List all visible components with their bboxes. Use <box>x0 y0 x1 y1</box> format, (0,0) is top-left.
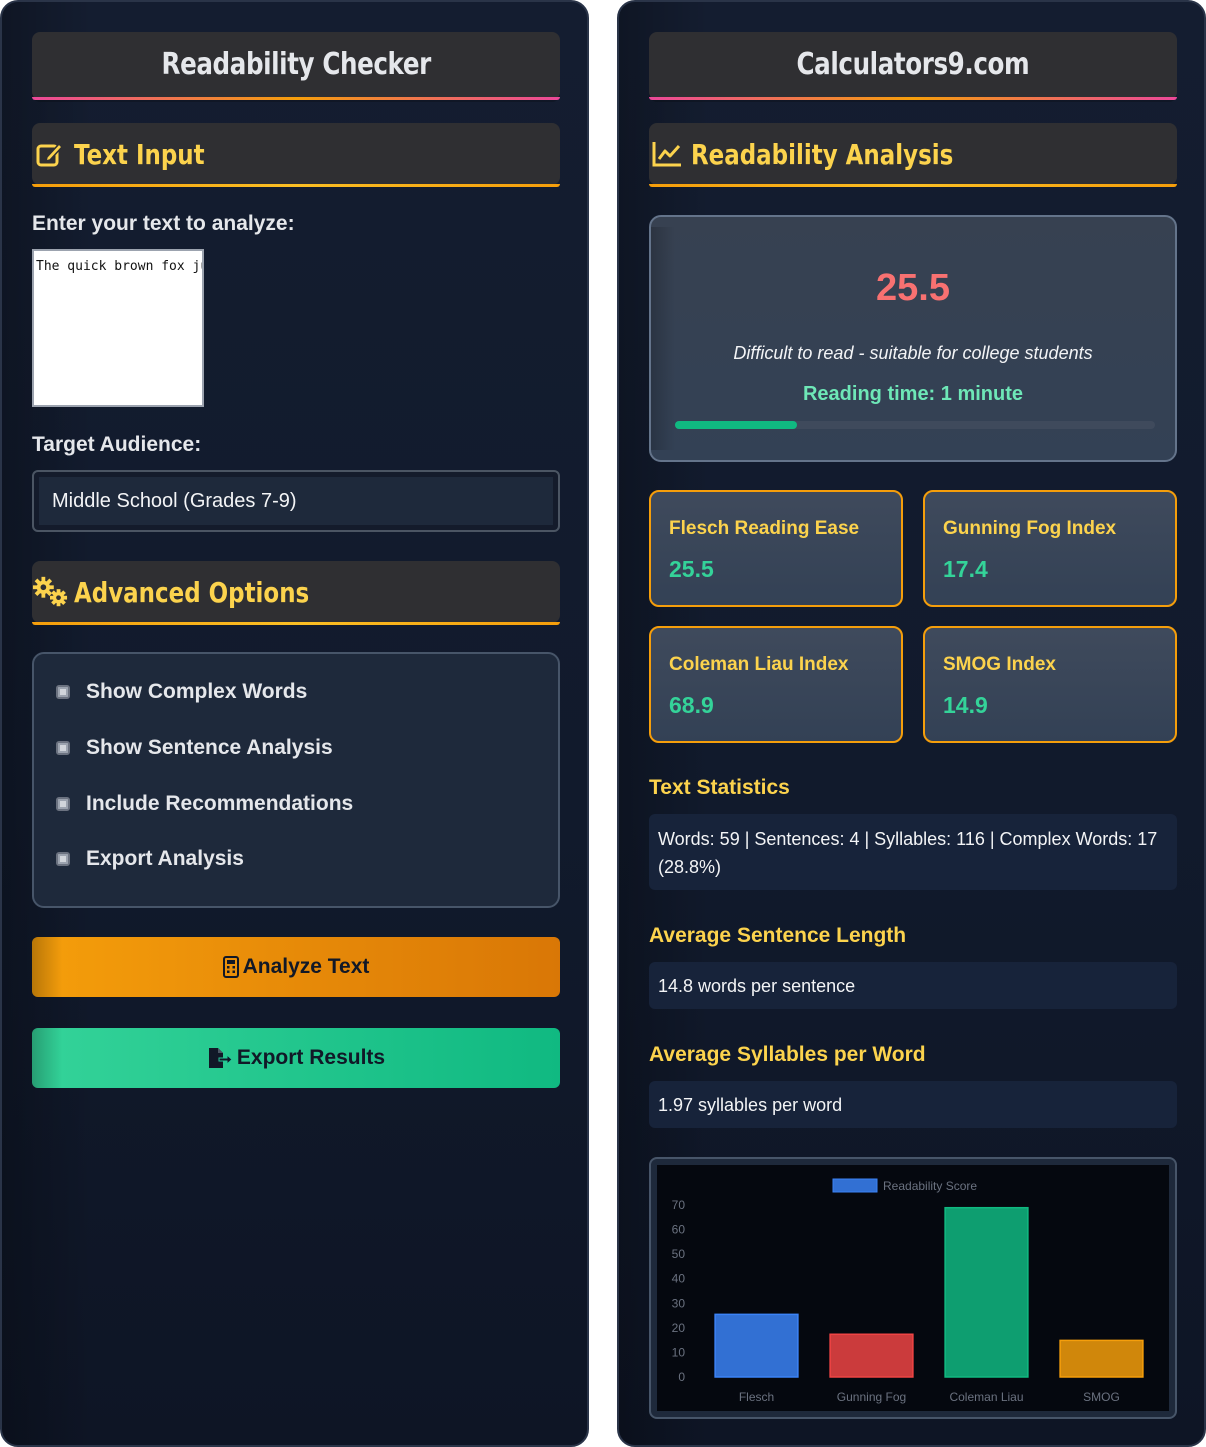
metric-value: 17.4 <box>943 556 988 582</box>
bar-flesch <box>714 1313 799 1378</box>
reading-time: Reading time: 1 minute <box>802 383 1024 405</box>
metric-value: 14.9 <box>943 692 988 718</box>
x-tick-label: SMOG <box>1083 1390 1120 1404</box>
text-input-header: Text Input <box>32 123 560 187</box>
y-tick-label: 40 <box>672 1272 686 1286</box>
checkbox[interactable] <box>56 852 70 866</box>
y-tick-label: 70 <box>672 1198 686 1212</box>
right-title-bar: Calculators9.com <box>649 32 1177 100</box>
analysis-title: Readability Analysis <box>691 137 954 171</box>
advanced-options-box: Show Complex Words Show Sentence Analysi… <box>32 652 560 908</box>
site-title: Calculators9.com <box>796 47 1030 82</box>
chart-line-icon <box>649 136 685 172</box>
gears-icon <box>32 574 68 610</box>
text-input-title: Text Input <box>74 137 205 171</box>
advanced-options-title: Advanced Options <box>74 575 310 609</box>
score-progress-fill <box>675 421 798 429</box>
metric-card-smog: SMOG Index 14.9 <box>923 626 1177 743</box>
avg-syllables-heading: Average Syllables per Word <box>649 1043 926 1066</box>
audience-selected-value: Middle School (Grades 7-9) <box>52 489 297 512</box>
option-export-analysis[interactable]: Export Analysis <box>56 847 244 871</box>
bar-gunning-fog <box>829 1333 914 1378</box>
option-label: Show Sentence Analysis <box>86 736 333 759</box>
analysis-header: Readability Analysis <box>649 123 1177 187</box>
text-input-area[interactable] <box>32 249 204 407</box>
option-label: Include Recommendations <box>86 792 354 815</box>
calculator-icon <box>222 956 239 978</box>
metric-card-flesch: Flesch Reading Ease 25.5 <box>649 490 903 607</box>
analyze-text-button[interactable]: Analyze Text <box>32 937 560 997</box>
score-value: 25.5 <box>876 267 950 309</box>
text-label: Enter your text to analyze: <box>32 212 295 235</box>
advanced-options-header: Advanced Options <box>32 561 560 625</box>
left-panel: Readability Checker Text Input Enter you… <box>0 0 589 1447</box>
metric-value: 25.5 <box>669 556 714 582</box>
metric-label: Flesch Reading Ease <box>669 518 860 539</box>
option-label: Export Analysis <box>86 847 244 870</box>
export-results-button[interactable]: Export Results <box>32 1028 560 1088</box>
left-title-bar: Readability Checker <box>32 32 560 100</box>
checkbox[interactable] <box>56 741 70 755</box>
y-tick-label: 20 <box>672 1321 686 1335</box>
app-title: Readability Checker <box>161 47 431 82</box>
avg-syllables-box: 1.97 syllables per word <box>649 1081 1177 1128</box>
x-tick-label: Flesch <box>739 1390 774 1404</box>
metric-value: 68.9 <box>669 692 714 718</box>
avg-sentence-heading: Average Sentence Length <box>649 924 907 947</box>
right-panel: Calculators9.com Readability Analysis 25… <box>617 0 1206 1447</box>
export-results-label: Export Results <box>236 1046 386 1069</box>
metric-card-coleman-liau: Coleman Liau Index 68.9 <box>649 626 903 743</box>
analyze-text-label: Analyze Text <box>242 955 370 978</box>
legend-swatch <box>832 1178 878 1193</box>
option-include-recommendations[interactable]: Include Recommendations <box>56 792 353 816</box>
checkbox[interactable] <box>56 685 70 699</box>
score-description: Difficult to read - suitable for college… <box>733 343 1093 363</box>
readability-chart: Readability Score 0 10 20 30 40 50 60 70 Flesch Gu… <box>657 1165 1169 1411</box>
option-show-complex-words[interactable]: Show Complex Words <box>56 680 307 704</box>
bar-smog <box>1059 1339 1144 1378</box>
metric-label: Coleman Liau Index <box>669 654 849 675</box>
x-tick-label: Coleman Liau <box>949 1390 1023 1404</box>
y-tick-label: 10 <box>672 1345 686 1359</box>
audience-select[interactable]: Middle School (Grades 7-9) <box>32 470 560 532</box>
x-tick-label: Gunning Fog <box>837 1390 906 1404</box>
metric-label: SMOG Index <box>943 654 1056 675</box>
option-show-sentence-analysis[interactable]: Show Sentence Analysis <box>56 736 333 760</box>
y-tick-label: 50 <box>672 1247 686 1261</box>
y-tick-label: 0 <box>678 1370 685 1384</box>
edit-icon <box>32 136 68 172</box>
file-export-icon <box>207 1047 233 1069</box>
y-tick-label: 60 <box>672 1223 686 1237</box>
y-tick-label: 30 <box>672 1296 686 1310</box>
avg-sentence-box: 14.8 words per sentence <box>649 962 1177 1009</box>
metric-label: Gunning Fog Index <box>943 518 1117 539</box>
score-progress-bar <box>675 421 1155 429</box>
text-statistics-heading: Text Statistics <box>649 776 790 799</box>
readability-chart-container: Readability Score 0 10 20 30 40 50 60 70 Flesch Gu… <box>649 1157 1177 1419</box>
text-statistics-box: Words: 59 | Sentences: 4 | Syllables: 11… <box>649 814 1177 890</box>
bar-coleman-liau <box>944 1206 1029 1378</box>
audience-label: Target Audience: <box>32 433 202 456</box>
option-label: Show Complex Words <box>86 680 308 703</box>
legend-label: Readability Score <box>883 1179 977 1193</box>
checkbox[interactable] <box>56 797 70 811</box>
score-card: 25.5 Difficult to read - suitable for co… <box>649 215 1177 462</box>
metric-card-gunning-fog: Gunning Fog Index 17.4 <box>923 490 1177 607</box>
